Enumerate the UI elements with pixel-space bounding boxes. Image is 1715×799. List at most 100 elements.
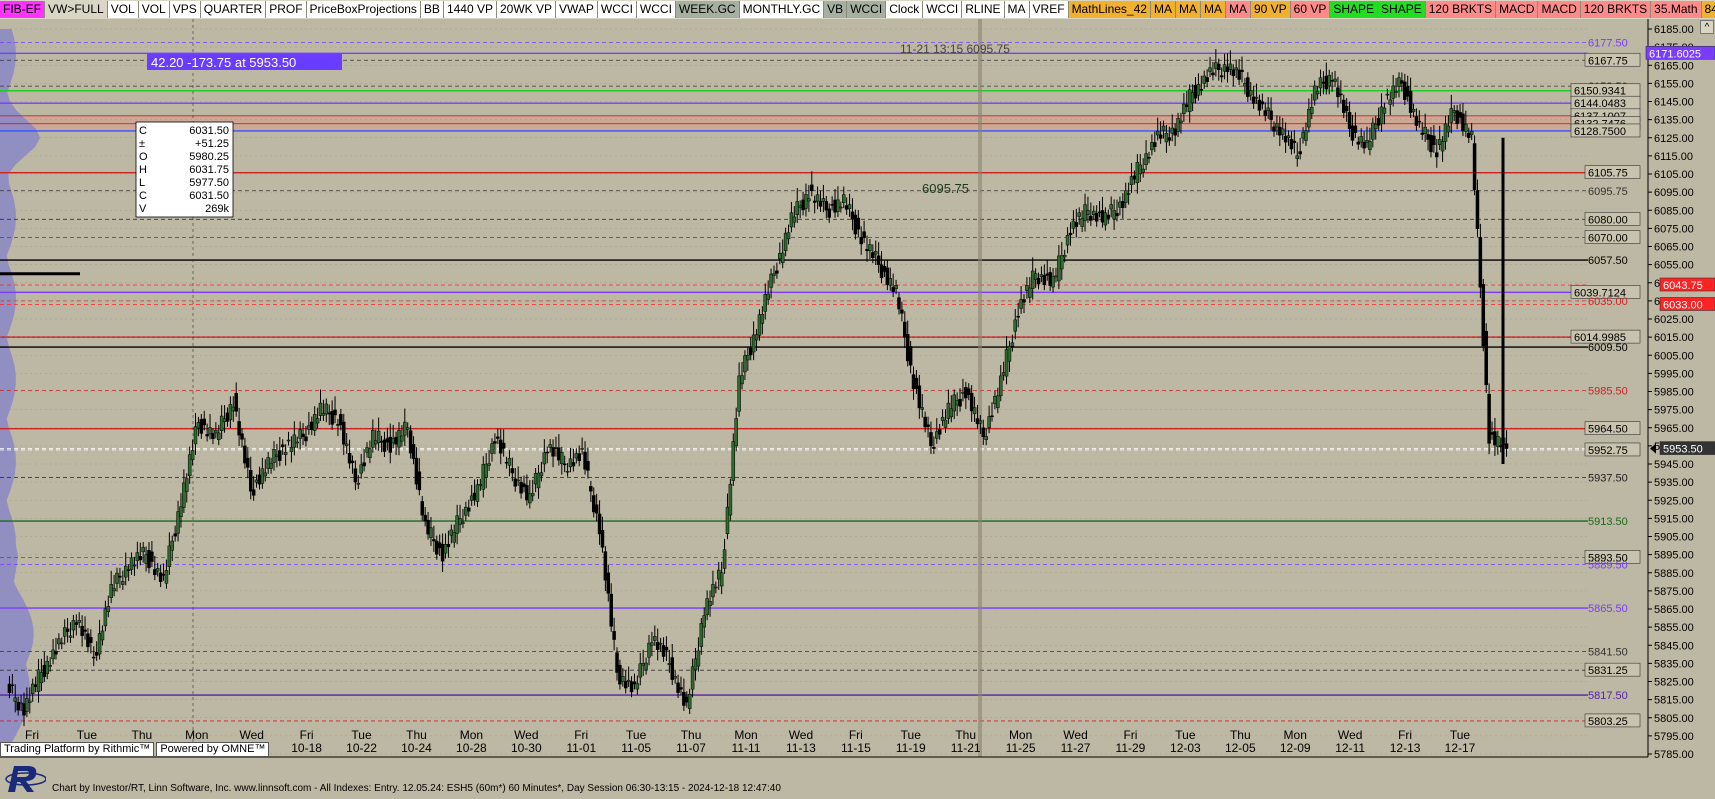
candle-body [635,683,640,690]
toolbar-button-vwap[interactable]: VWAP [556,1,598,18]
candle-body [1007,345,1012,362]
time-axis-day: Thu [132,728,153,742]
time-axis-day: Wed [514,728,538,742]
candle-body [847,204,852,209]
candle-body [109,584,113,598]
scroll-up-button[interactable]: ^ [1700,20,1714,34]
toolbar-button-ma[interactable]: MA [1004,1,1030,18]
toolbar-button-ma[interactable]: MA [1150,1,1176,18]
time-axis-day: Wed [789,728,813,742]
toolbar-button-shape[interactable]: SHAPE [1378,1,1426,18]
time-axis-date: 10-30 [511,741,542,755]
toolbar-button-wcci[interactable]: WCCI [847,1,887,18]
candle-body [260,468,265,484]
price-chart[interactable]: 5785.00 5795.00 5805.00 5815.00 5825.00 5835.… [0,19,1715,799]
candle-body [243,445,247,464]
toolbar-button-ma[interactable]: MA [1175,1,1201,18]
candle-body [702,615,706,628]
toolbar-button-ma[interactable]: MA [1200,1,1226,18]
candle-body [815,194,820,202]
candle-body [824,201,829,211]
omne-badge[interactable]: Powered by OMNE™ [156,742,270,757]
time-axis-day: Tue [77,728,98,742]
candle-body [286,439,291,442]
level-label: 6043.75 [1663,280,1703,292]
candle-body [1004,349,1009,377]
candle-body [205,434,209,437]
toolbar-button-vol[interactable]: VOL [138,1,170,18]
toolbar-button-quarter[interactable]: QUARTER [200,1,267,18]
candle-body [586,460,590,471]
toolbar-button-wcci[interactable]: WCCI [636,1,676,18]
candle-body [946,402,951,419]
toolbar-button-vol[interactable]: VOL [107,1,139,18]
candle-body [1435,152,1439,158]
range-label: 42.20 -173.75 at 5953.50 [151,55,296,70]
candle-body [1057,255,1061,282]
candle-body [984,436,988,440]
candle-body [609,593,613,627]
candle-body [1025,285,1029,291]
candle-body [1155,130,1160,136]
toolbar-button-macd[interactable]: MACD [1538,1,1581,18]
toolbar-button-1440-vp[interactable]: 1440 VP [443,1,497,18]
price-axis-label: 6075.00 [1654,223,1694,235]
toolbar-button-clock[interactable]: Clock [886,1,924,18]
toolbar-button-35-math[interactable]: 35.Math [1651,1,1702,18]
toolbar-button-vref[interactable]: VREF [1029,1,1069,18]
toolbar-button-mathlines-42[interactable]: MathLines_42 [1068,1,1151,18]
toolbar-button-week-gc[interactable]: WEEK.GC [675,1,740,18]
toolbar-button-prof[interactable]: PROF [266,1,307,18]
ohlc-value: +51.25 [195,138,229,150]
toolbar-button-84-ml[interactable]: 84.ML [1701,1,1715,18]
toolbar-button-fib-ef[interactable]: FIB-EF [0,1,45,18]
candle-body [129,557,134,570]
candle-body [1001,372,1006,376]
rithmic-badge[interactable]: Trading Platform by Rithmic™ [0,742,155,757]
toolbar-button-120-brkts[interactable]: 120 BRKTS [1425,1,1497,18]
toolbar-button-macd[interactable]: MACD [1496,1,1539,18]
toolbar-button-rline[interactable]: RLINE [962,1,1005,18]
toolbar-button-60-vp[interactable]: 60 VP [1290,1,1331,18]
candle-body [1371,122,1375,140]
candle-body [592,495,596,513]
candle-body [667,663,672,665]
candle-body [589,486,593,492]
toolbar-button-90-vp[interactable]: 90 VP [1250,1,1291,18]
toolbar-button-wcci[interactable]: WCCI [923,1,963,18]
toolbar-button-vb[interactable]: VB [824,1,848,18]
candle-body [746,355,750,361]
toolbar-button-ma[interactable]: MA [1225,1,1251,18]
candle-body [1141,168,1145,173]
toolbar-button-bb[interactable]: BB [420,1,444,18]
candle-body [214,430,218,434]
toolbar-button-vps[interactable]: VPS [169,1,201,18]
candle-body [1440,141,1445,152]
candle-body [1106,214,1111,219]
candle-body [833,199,837,213]
toolbar-button-priceboxprojections[interactable]: PriceBoxProjections [306,1,421,18]
toolbar-button-wcci[interactable]: WCCI [597,1,637,18]
toolbar-button-20wk-vp[interactable]: 20WK VP [496,1,557,18]
toolbar-button-120-brkts[interactable]: 120 BRKTS [1580,1,1652,18]
candle-body [394,436,398,445]
level-label: 6177.50 [1588,38,1628,50]
time-axis-date: 12-13 [1390,741,1421,755]
candle-body [1036,277,1041,285]
candle-body [1019,299,1023,309]
toolbar-button-shape[interactable]: SHAPE [1330,1,1379,18]
time-axis-date: 12-05 [1225,741,1256,755]
candle-body [1010,342,1015,347]
candle-body [1048,272,1052,286]
candle-body [1304,130,1308,141]
candle-body [1193,84,1198,99]
toolbar-button-vw-full[interactable]: VW>FULL [45,1,108,18]
candle-body [562,463,567,466]
toolbar-button-monthly-gc[interactable]: MONTHLY.GC [739,1,825,18]
candle-body [187,454,192,476]
candle-body [993,395,997,405]
candle-body [464,506,468,516]
candle-body [621,676,625,682]
candle-body [978,420,983,424]
candle-body [850,211,855,220]
